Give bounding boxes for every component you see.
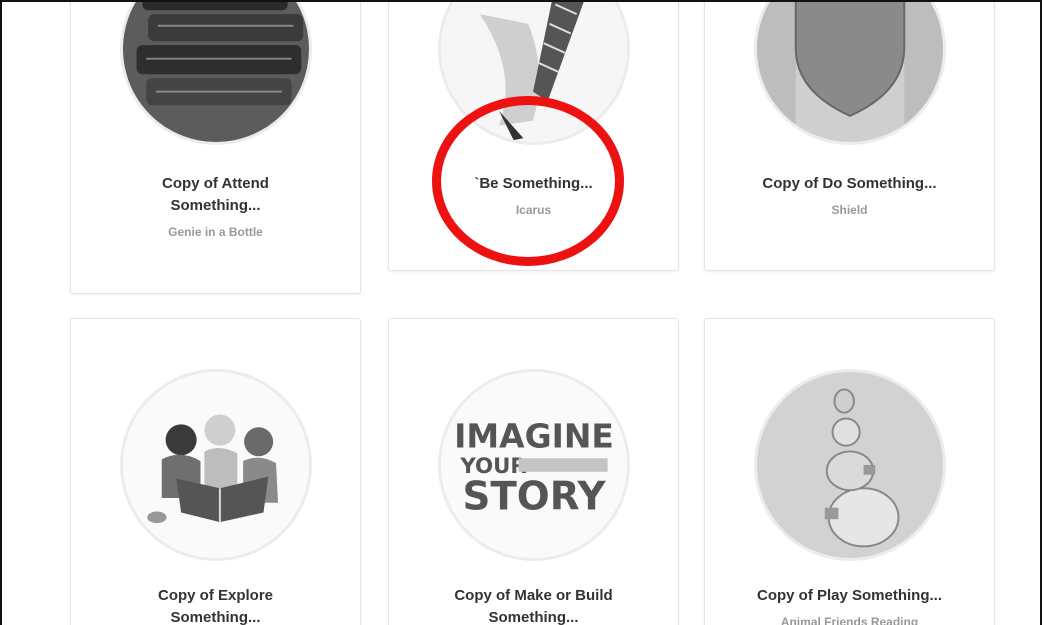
badge-title: Copy of Do Something... bbox=[762, 175, 937, 192]
badge-subtitle: Icarus bbox=[515, 203, 552, 217]
badge-image-shield bbox=[753, 2, 946, 145]
icarus-icon bbox=[440, 2, 627, 142]
badge-card-be[interactable]: `Be Something... Icarus bbox=[388, 2, 679, 271]
children-reading-icon bbox=[122, 372, 309, 558]
badge-card-attend[interactable]: Copy of Attend Something... Genie in a B… bbox=[70, 2, 361, 294]
badge-title: Copy of Play Something... bbox=[756, 587, 943, 604]
badge-title: Copy of Make or Build Something... bbox=[454, 587, 613, 625]
svg-text:IMAGINE: IMAGINE bbox=[454, 417, 614, 456]
badge-title: `Be Something... bbox=[474, 175, 593, 192]
badge-image-icarus bbox=[437, 2, 630, 145]
badge-subtitle: Genie in a Bottle bbox=[168, 225, 263, 239]
badge-subtitle: Animal Friends Reading bbox=[780, 615, 919, 625]
badge-image-books bbox=[119, 2, 312, 145]
badge-card-play[interactable]: Copy of Play Something... Animal Friends… bbox=[704, 318, 995, 625]
page-frame: Copy of Attend Something... Genie in a B… bbox=[0, 0, 1042, 625]
shield-icon bbox=[756, 2, 943, 142]
books-stack-icon bbox=[122, 2, 309, 142]
animal-stack-icon bbox=[756, 372, 943, 558]
badge-title: Copy of Attend Something... bbox=[162, 175, 269, 214]
svg-text:STORY: STORY bbox=[462, 475, 606, 520]
badge-card-make[interactable]: IMAGINE YOUR STORY Copy of Make or Build… bbox=[388, 318, 679, 625]
badge-title: Copy of Explore Something... bbox=[157, 587, 273, 625]
badge-card-explore[interactable]: Copy of Explore Something... bbox=[70, 318, 361, 625]
badge-image-imagine: IMAGINE YOUR STORY bbox=[437, 369, 630, 561]
badge-image-children bbox=[119, 369, 312, 561]
badge-card-do[interactable]: Copy of Do Something... Shield bbox=[704, 2, 995, 271]
imagine-your-story-logo-icon: IMAGINE YOUR STORY bbox=[440, 372, 627, 558]
badge-subtitle: Shield bbox=[831, 203, 868, 217]
badge-image-animals bbox=[753, 369, 946, 561]
